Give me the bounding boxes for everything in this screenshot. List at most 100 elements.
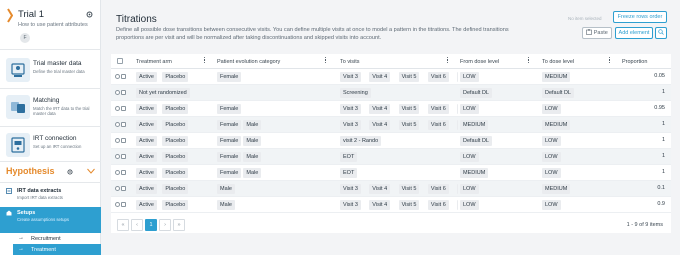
treatment-arm-cell[interactable]: Not yet randomized bbox=[136, 85, 216, 101]
proportion-cell[interactable]: 0.95 bbox=[645, 105, 665, 111]
chevron-down-icon[interactable] bbox=[87, 168, 95, 174]
table-row[interactable]: Active Placebo Female Male EOT MEDIUM LOW 1 bbox=[111, 165, 671, 181]
menu-item-setups[interactable]: Setups Create assumptions setups bbox=[0, 207, 101, 233]
paste-button[interactable]: Paste bbox=[582, 27, 612, 39]
gear-icon[interactable] bbox=[67, 169, 73, 175]
column-header-patient-evolution-category[interactable]: Patient evolution category bbox=[217, 59, 280, 65]
from-dose-chip[interactable]: LOW bbox=[460, 200, 479, 210]
row-radio[interactable] bbox=[115, 90, 120, 95]
from-dose-chip[interactable]: MEDIUM bbox=[460, 168, 489, 178]
column-header-to-visits[interactable]: To visits bbox=[340, 59, 360, 65]
proportion-cell[interactable]: 0.9 bbox=[645, 201, 665, 207]
column-header-from-dose-level[interactable]: From dose level bbox=[460, 59, 499, 65]
row-checkbox[interactable] bbox=[121, 122, 126, 127]
row-radio[interactable] bbox=[115, 106, 120, 111]
column-menu-icon[interactable] bbox=[447, 57, 449, 65]
to-dose-chip[interactable]: MEDIUM bbox=[542, 120, 571, 130]
column-header-to-dose-level[interactable]: To dose level bbox=[542, 59, 574, 65]
proportion-cell[interactable]: 1 bbox=[645, 169, 665, 175]
visit-cell[interactable]: Visit 3Visit 4Visit 5Visit 6Visit 7Vi bbox=[340, 181, 458, 197]
patient-category-cell[interactable]: Female bbox=[217, 69, 335, 85]
menu-item-irt-data-extracts[interactable]: IRT data extracts Import IRT data extrac… bbox=[0, 185, 101, 205]
gear-icon[interactable] bbox=[86, 11, 93, 18]
add-element-button[interactable]: Add element bbox=[615, 27, 653, 39]
table-row[interactable]: Active Placebo Male Visit 3 Visit 4 Visit 5 Vi… bbox=[111, 181, 671, 197]
menu-item-matching[interactable]: Matching Match the IRT data to the trial… bbox=[0, 92, 101, 124]
select-all-checkbox[interactable] bbox=[117, 58, 123, 64]
to-dose-chip[interactable]: LOW bbox=[542, 168, 561, 178]
visit-cell[interactable]: EOT bbox=[340, 165, 458, 181]
patient-category-cell[interactable] bbox=[217, 85, 335, 101]
visit-cell[interactable]: Screening bbox=[340, 85, 458, 101]
from-dose-chip[interactable]: LOW bbox=[460, 152, 479, 162]
table-row[interactable]: Active Placebo Female Visit 3 Visit 4 Visit 5… bbox=[111, 101, 671, 117]
table-row[interactable]: Active Placebo Female Visit 3 Visit 4 Visit 5… bbox=[111, 69, 671, 85]
to-dose-chip[interactable]: Default DL bbox=[542, 88, 574, 98]
row-radio[interactable] bbox=[115, 122, 120, 127]
column-menu-icon[interactable] bbox=[204, 57, 206, 65]
visit-cell[interactable]: Visit 3Visit 4Visit 5Visit 6Visit 7Vi bbox=[340, 101, 458, 117]
column-menu-icon[interactable] bbox=[528, 57, 530, 65]
treatment-arm-cell[interactable]: Active Placebo bbox=[136, 117, 216, 133]
row-radio[interactable] bbox=[115, 186, 120, 191]
table-row[interactable]: Not yet randomized Screening Default DL Def… bbox=[111, 85, 671, 101]
to-dose-chip[interactable]: MEDIUM bbox=[542, 72, 571, 82]
next-page-button[interactable]: › bbox=[159, 219, 171, 231]
patient-category-cell[interactable]: Male bbox=[217, 197, 335, 213]
row-checkbox[interactable] bbox=[121, 154, 126, 159]
from-dose-chip[interactable]: MEDIUM bbox=[460, 120, 489, 130]
to-dose-chip[interactable]: LOW bbox=[542, 104, 561, 114]
search-button[interactable] bbox=[655, 27, 667, 39]
table-row[interactable]: Active Placebo Female Male Visit 3 Visit 4 Vis… bbox=[111, 117, 671, 133]
treatment-arm-cell[interactable]: Active Placebo bbox=[136, 197, 216, 213]
page-1-button[interactable]: 1 bbox=[145, 219, 157, 231]
patient-category-cell[interactable]: Female Male bbox=[217, 133, 335, 149]
column-header-proportion[interactable]: Proportion bbox=[622, 59, 647, 65]
to-dose-chip[interactable]: MEDIUM bbox=[542, 184, 571, 194]
row-radio[interactable] bbox=[115, 154, 120, 159]
row-radio[interactable] bbox=[115, 202, 120, 207]
row-checkbox[interactable] bbox=[121, 186, 126, 191]
table-row[interactable]: Active Placebo Male Visit 3 Visit 4 Visit 5 Vi… bbox=[111, 197, 671, 213]
from-dose-chip[interactable]: Default DL bbox=[460, 88, 492, 98]
prev-page-button[interactable]: ‹ bbox=[131, 219, 143, 231]
to-dose-chip[interactable]: LOW bbox=[542, 136, 561, 146]
row-checkbox[interactable] bbox=[121, 138, 126, 143]
menu-item-irt-connection[interactable]: IRT connection Set up an IRT connection bbox=[0, 130, 101, 162]
row-checkbox[interactable] bbox=[121, 90, 126, 95]
table-row[interactable]: Active Placebo Female Male EOT LOW LOW 1 bbox=[111, 149, 671, 165]
first-page-button[interactable]: « bbox=[117, 219, 129, 231]
hypothesis-section-header[interactable]: Hypothesis bbox=[0, 163, 101, 181]
sidebar-item-treatment[interactable]: → Treatment bbox=[13, 244, 101, 255]
to-dose-chip[interactable]: LOW bbox=[542, 152, 561, 162]
treatment-arm-cell[interactable]: Active Placebo bbox=[136, 69, 216, 85]
row-radio[interactable] bbox=[115, 74, 120, 79]
patient-category-cell[interactable]: Female Male bbox=[217, 165, 335, 181]
from-dose-chip[interactable]: Default DL bbox=[460, 136, 492, 146]
menu-item-trial-master-data[interactable]: Trial master data Define the trial maste… bbox=[0, 55, 101, 87]
row-checkbox[interactable] bbox=[121, 202, 126, 207]
visit-cell[interactable]: visit 2 - Rando bbox=[340, 133, 458, 149]
row-checkbox[interactable] bbox=[121, 170, 126, 175]
proportion-cell[interactable]: 1 bbox=[645, 153, 665, 159]
visit-cell[interactable]: Visit 3Visit 4Visit 5Visit 6Visit 7Vi bbox=[340, 117, 458, 133]
proportion-cell[interactable]: 0.1 bbox=[645, 185, 665, 191]
visit-cell[interactable]: Visit 3Visit 4Visit 5Visit 6Visit 7Vi bbox=[340, 69, 458, 85]
table-row[interactable]: Active Placebo Female Male visit 2 - Rando De… bbox=[111, 133, 671, 149]
treatment-arm-cell[interactable]: Active Placebo bbox=[136, 133, 216, 149]
row-checkbox[interactable] bbox=[121, 106, 126, 111]
last-page-button[interactable]: » bbox=[173, 219, 185, 231]
proportion-cell[interactable]: 1 bbox=[645, 137, 665, 143]
from-dose-chip[interactable]: LOW bbox=[460, 104, 479, 114]
treatment-arm-cell[interactable]: Active Placebo bbox=[136, 149, 216, 165]
column-menu-icon[interactable] bbox=[609, 57, 611, 65]
row-radio[interactable] bbox=[115, 138, 120, 143]
proportion-cell[interactable]: 1 bbox=[645, 121, 665, 127]
from-dose-chip[interactable]: LOW bbox=[460, 184, 479, 194]
to-dose-chip[interactable]: LOW bbox=[542, 200, 561, 210]
from-dose-chip[interactable]: LOW bbox=[460, 72, 479, 82]
sidebar-item-recruitment[interactable]: → Recruitment bbox=[13, 233, 101, 244]
proportion-cell[interactable]: 1 bbox=[645, 89, 665, 95]
row-radio[interactable] bbox=[115, 170, 120, 175]
proportion-cell[interactable]: 0.05 bbox=[645, 73, 665, 79]
